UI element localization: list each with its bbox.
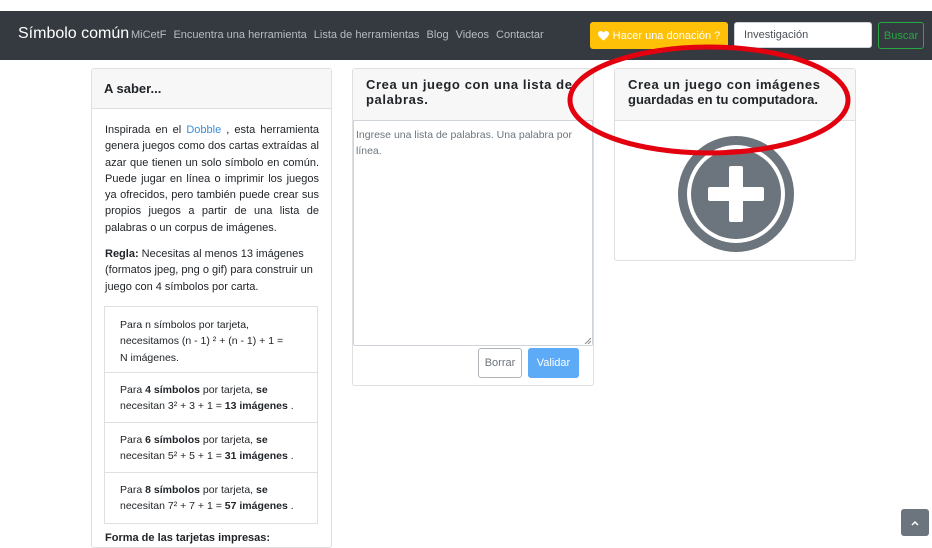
item-bold: 57 imágenes (224, 500, 288, 513)
title-line: palabras. (366, 92, 429, 107)
top-navbar: Símbolo común MiCetF Encuentra una herra… (0, 0, 932, 60)
item-text: Para (120, 484, 146, 496)
nav-link-blog[interactable]: Blog (427, 29, 449, 41)
list-item: Para 4 símbolos por tarjeta, se necesita… (104, 372, 318, 423)
info-card: A saber... Inspirada en el Dobble , esta… (91, 68, 332, 548)
item-text: necesitan 3² + 3 + 1 = (120, 400, 225, 413)
nav-link-find-tool[interactable]: Encuentra una herramienta (173, 29, 306, 41)
item-bold: 31 imágenes (224, 450, 288, 463)
formula-line: necesitamos (n - 1) ² + (n - 1) + 1 = (120, 335, 284, 348)
item-text: . (287, 500, 294, 513)
item-text: Para (120, 384, 146, 396)
search-button[interactable]: Buscar (878, 22, 924, 49)
item-bold: se (256, 484, 268, 496)
info-card-title: A saber... (92, 69, 331, 109)
dobble-link[interactable]: Dobble (186, 124, 221, 136)
heart-icon (597, 30, 609, 41)
brand-link[interactable]: Símbolo común (18, 25, 129, 43)
donate-label: Hacer una donación ? (612, 29, 721, 42)
item-text: necesitan 5² + 5 + 1 = (120, 450, 225, 463)
word-list-textarea[interactable]: Ingrese una lista de palabras. Una palab… (353, 120, 593, 346)
rule-label: Regla: (105, 248, 139, 260)
nav-link-contact[interactable]: Contactar (496, 29, 544, 41)
item-text: por tarjeta, (199, 434, 256, 446)
resize-handle-icon[interactable] (584, 337, 591, 344)
info-intro-text: Inspirada en el Dobble , esta herramient… (105, 122, 319, 236)
item-bold: se (256, 434, 268, 446)
item-text: por tarjeta, (199, 384, 256, 396)
nav-link-micetf[interactable]: MiCetF (131, 29, 166, 41)
list-item: Para 6 símbolos por tarjeta, se necesita… (104, 422, 318, 473)
plus-circle-icon[interactable] (674, 132, 798, 256)
top-strip (0, 0, 932, 11)
donate-button[interactable]: Hacer una donación ? (590, 22, 728, 49)
scroll-to-top-button[interactable] (901, 509, 929, 536)
image-upload-card-title: Crea un juego con imágenes guardadas en … (615, 69, 855, 121)
nav-link-tool-list[interactable]: Lista de herramientas (314, 29, 420, 41)
item-bold: 4 símbolos (145, 384, 200, 396)
chevron-up-icon (911, 520, 919, 526)
formula-line: Para n símbolos por tarjeta, (120, 319, 249, 331)
item-bold: 8 símbolos (145, 484, 200, 496)
item-text: necesitan 7² + 7 + 1 = (120, 500, 225, 513)
intro-suffix: , esta herramienta genera juegos como do… (105, 124, 320, 234)
validate-button[interactable]: Validar (528, 348, 579, 378)
formula-line: N imágenes. (120, 351, 179, 364)
item-text: Para (120, 434, 146, 446)
word-list-card-title: Crea un juego con una lista de palabras. (353, 69, 593, 121)
clear-button[interactable]: Borrar (478, 348, 522, 378)
title-line: guardadas en tu computadora. (628, 92, 818, 107)
item-text: . (287, 400, 294, 413)
search-input[interactable]: Investigación (734, 22, 872, 48)
list-item: Para 8 símbolos por tarjeta, se necesita… (104, 472, 318, 524)
item-bold: 13 imágenes (224, 400, 288, 413)
rule-text: Regla: Necesitas al menos 13 imágenes (f… (105, 246, 319, 295)
image-upload-card: Crea un juego con imágenes guardadas en … (614, 68, 856, 261)
title-line: Crea un juego con imágenes (628, 77, 821, 92)
item-text: . (287, 450, 294, 463)
list-item: Para n símbolos por tarjeta, necesitamos… (104, 306, 318, 373)
intro-prefix: Inspirada en el (105, 124, 187, 136)
card-shape-heading: Forma de las tarjetas impresas: (105, 532, 271, 544)
item-text: por tarjeta, (199, 484, 256, 496)
item-bold: se (256, 384, 268, 396)
nav-link-videos[interactable]: Videos (456, 29, 489, 41)
item-bold: 6 símbolos (145, 434, 200, 446)
nav-links: MiCetF Encuentra una herramienta Lista d… (131, 29, 544, 41)
title-line: Crea un juego con una lista de (366, 77, 573, 92)
word-list-card: Crea un juego con una lista de palabras.… (352, 68, 594, 386)
